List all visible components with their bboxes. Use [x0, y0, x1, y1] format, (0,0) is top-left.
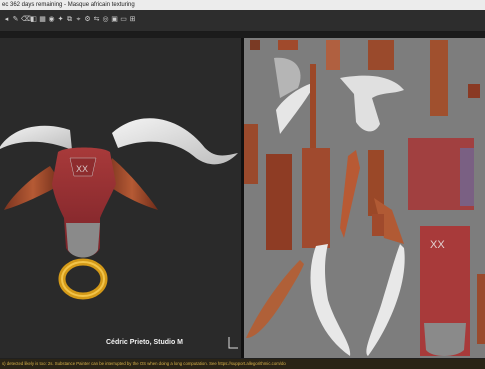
- status-bar: s) detected likely is too: 2s. Substance…: [0, 359, 485, 369]
- symmetry-icon[interactable]: ⇆: [93, 16, 100, 23]
- svg-text:XX: XX: [430, 239, 445, 251]
- viewport-3d[interactable]: XX: [0, 38, 241, 358]
- left-horn: [0, 125, 72, 150]
- smudge-icon[interactable]: ✦: [57, 16, 64, 23]
- window-title-bar: ec 362 days remaining - Masque africain …: [0, 0, 485, 10]
- geometry-icon[interactable]: ▦: [39, 16, 46, 23]
- fill-icon[interactable]: ◉: [48, 16, 55, 23]
- mask-3d-render: XX: [0, 118, 238, 300]
- axis-gizmo-icon: [227, 336, 239, 350]
- picker-icon[interactable]: ⌖: [75, 16, 82, 23]
- grid-icon[interactable]: ⊞: [129, 16, 136, 23]
- svg-text:XX: XX: [76, 164, 88, 174]
- mask-snout: [66, 223, 100, 258]
- settings-icon[interactable]: ⚙: [84, 16, 91, 23]
- arrow-icon[interactable]: ◂: [3, 16, 10, 23]
- status-message: s) detected likely is too: 2s. Substance…: [2, 361, 286, 366]
- projection-icon[interactable]: ◧: [30, 16, 37, 23]
- toolbar: ◂ ✎ ⌫ ◧ ▦ ◉ ✦ ⧉ ⌖ ⚙ ⇆ ◎ ▣ ▭ ⊞: [0, 10, 485, 32]
- credit-text: Cédric Prieto, Studio M: [106, 339, 184, 346]
- window-title: ec 362 days remaining - Masque africain …: [2, 2, 135, 8]
- display-icon[interactable]: ▭: [120, 16, 127, 23]
- brush-icon[interactable]: ✎: [12, 16, 19, 23]
- camera-icon[interactable]: ◎: [102, 16, 109, 23]
- uv-texture-layout: XX: [244, 38, 485, 358]
- eraser-icon[interactable]: ⌫: [21, 16, 31, 23]
- clone-icon[interactable]: ⧉: [66, 16, 73, 23]
- render-icon[interactable]: ▣: [111, 16, 118, 23]
- right-horn: [112, 118, 238, 165]
- viewport-2d-uv[interactable]: XX: [244, 38, 485, 358]
